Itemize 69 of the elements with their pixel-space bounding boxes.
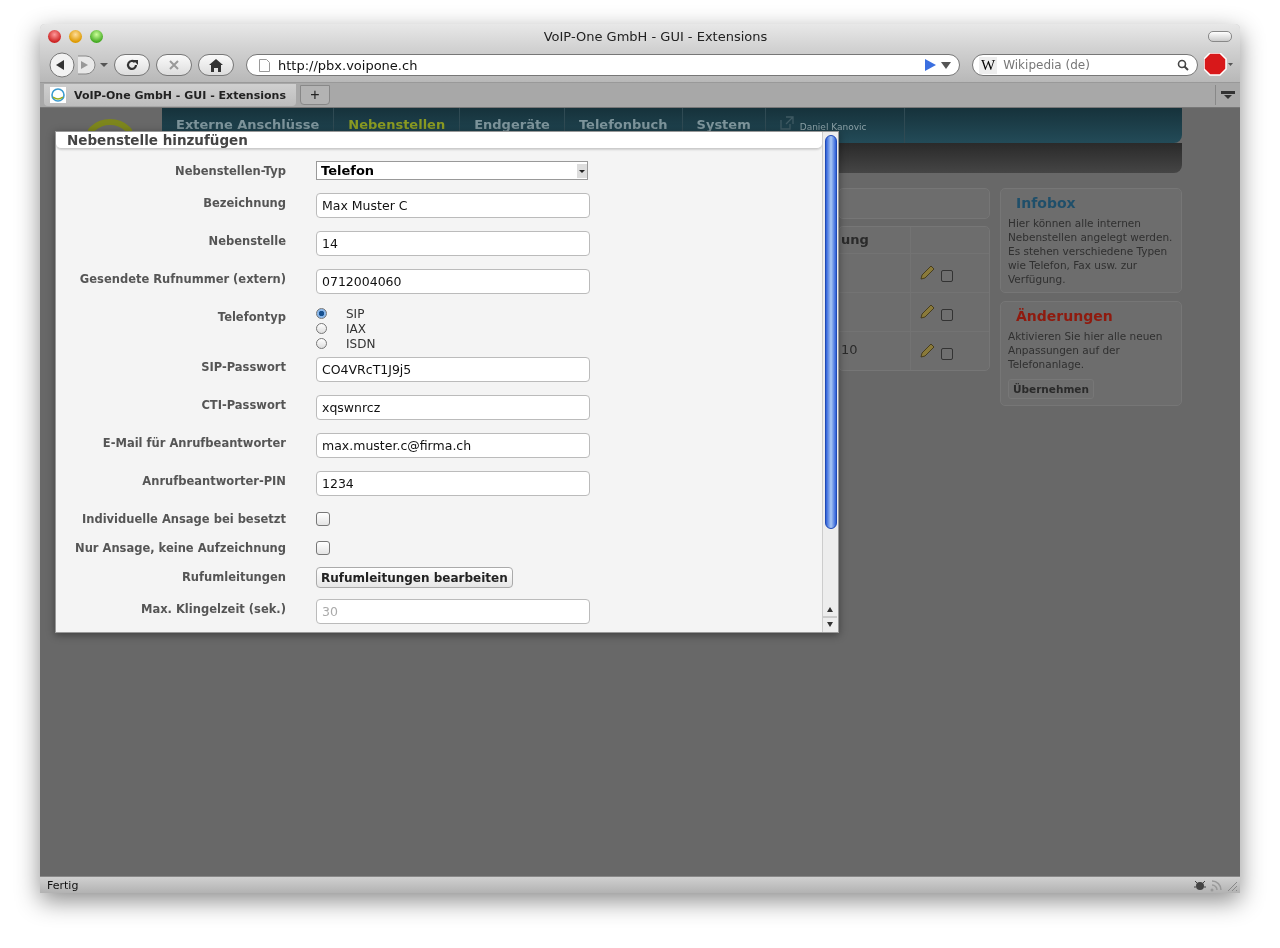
checkbox[interactable] <box>941 270 953 282</box>
external-link-icon <box>779 116 794 130</box>
checkbox[interactable] <box>316 512 330 526</box>
pencil-icon[interactable] <box>919 265 935 281</box>
radio-button[interactable] <box>316 323 327 334</box>
status-text: Fertig <box>47 878 79 892</box>
home-button[interactable] <box>198 54 234 76</box>
close-button[interactable] <box>48 29 61 43</box>
search-icon[interactable] <box>1177 59 1189 71</box>
close-icon <box>168 59 180 71</box>
back-forward-button[interactable] <box>48 52 98 78</box>
column-header: ung <box>840 232 870 249</box>
field-label: Nebenstelle <box>207 233 286 250</box>
reload-icon <box>125 58 139 72</box>
field-label: CTI-Passwort <box>200 397 286 414</box>
input-field[interactable]: Max Muster C <box>316 193 590 218</box>
input-field[interactable]: CO4VRcT1J9j5 <box>316 357 590 382</box>
panel-title: Infobox <box>1015 195 1076 211</box>
search-field[interactable]: W Wikipedia (de) <box>972 54 1198 76</box>
page-icon <box>259 58 270 72</box>
field-label: Max. Klingelzeit (sek.) <box>139 601 286 618</box>
checkbox[interactable] <box>941 348 953 360</box>
go-arrow-icon[interactable] <box>923 59 953 71</box>
dropdown-arrow-icon[interactable] <box>100 62 108 68</box>
input-field[interactable]: 14 <box>316 231 590 256</box>
logo-ring-icon <box>88 118 132 131</box>
field-label: Anrufbeantworter-PIN <box>141 473 286 490</box>
input-field[interactable]: 0712004060 <box>316 269 590 294</box>
checkbox[interactable] <box>941 309 953 321</box>
type-select[interactable]: Telefon <box>316 161 588 180</box>
field-label: Nur Ansage, keine Aufzeichnung <box>74 540 286 557</box>
field-label: Gesendete Rufnummer (extern) <box>78 271 286 288</box>
zoom-button[interactable] <box>90 29 103 43</box>
edit-forwarding-button[interactable]: Rufumleitungen bearbeiten <box>316 567 513 588</box>
field-label: Nebenstellen-Typ <box>174 163 286 180</box>
panel-title: Änderungen <box>1015 308 1113 324</box>
field-label: E-Mail für Anrufbeantworter <box>101 435 286 452</box>
field-label: Rufumleitungen <box>181 569 286 586</box>
field-label: Bezeichnung <box>202 195 286 212</box>
reload-button[interactable] <box>114 54 150 76</box>
new-tab-button[interactable]: + <box>300 85 330 105</box>
table-cell: 10 <box>841 341 858 357</box>
pencil-icon[interactable] <box>919 304 935 320</box>
input-field[interactable]: 1234 <box>316 471 590 496</box>
radio-button[interactable] <box>316 338 327 349</box>
field-label: Individuelle Ansage bei besetzt <box>80 511 286 528</box>
field-label: SIP-Passwort <box>200 359 286 376</box>
wikipedia-logo-icon: W <box>979 56 998 74</box>
stop-button[interactable] <box>156 54 192 76</box>
input-field[interactable]: 30 <box>316 599 590 624</box>
site-logo-icon <box>50 87 66 103</box>
radio-label: SIP <box>346 306 365 321</box>
radio-button[interactable] <box>316 308 327 319</box>
browser-tab[interactable]: VoIP-One GmbH - GUI - Extensions <box>44 84 296 106</box>
panel-text: Hier können alle internen Nebenstellen angelegt werden. Es stehen verschiedene Typen wie Telefon, Fax usw. zur Verfügung. <box>1008 216 1174 286</box>
address-bar[interactable]: http://pbx.voipone.ch <box>246 54 960 76</box>
stop-sign-icon[interactable] <box>1204 53 1234 77</box>
input-field[interactable]: max.muster.c@firma.ch <box>316 433 590 458</box>
scrollbar[interactable] <box>822 132 838 632</box>
home-icon <box>209 58 223 72</box>
radio-label: ISDN <box>346 336 376 351</box>
window-title: VoIP-One GmbH - GUI - Extensions <box>542 28 769 44</box>
toolbar-toggle-button[interactable] <box>1208 30 1232 42</box>
pencil-icon[interactable] <box>919 343 935 359</box>
field-label: Telefontyp <box>216 309 286 326</box>
panel-text: Aktivieren Sie hier alle neuen Anpassungen auf der Telefonanlage. <box>1008 329 1164 371</box>
input-field[interactable]: xqswnrcz <box>316 395 590 420</box>
checkbox[interactable] <box>316 541 330 555</box>
radio-label: IAX <box>346 321 366 336</box>
